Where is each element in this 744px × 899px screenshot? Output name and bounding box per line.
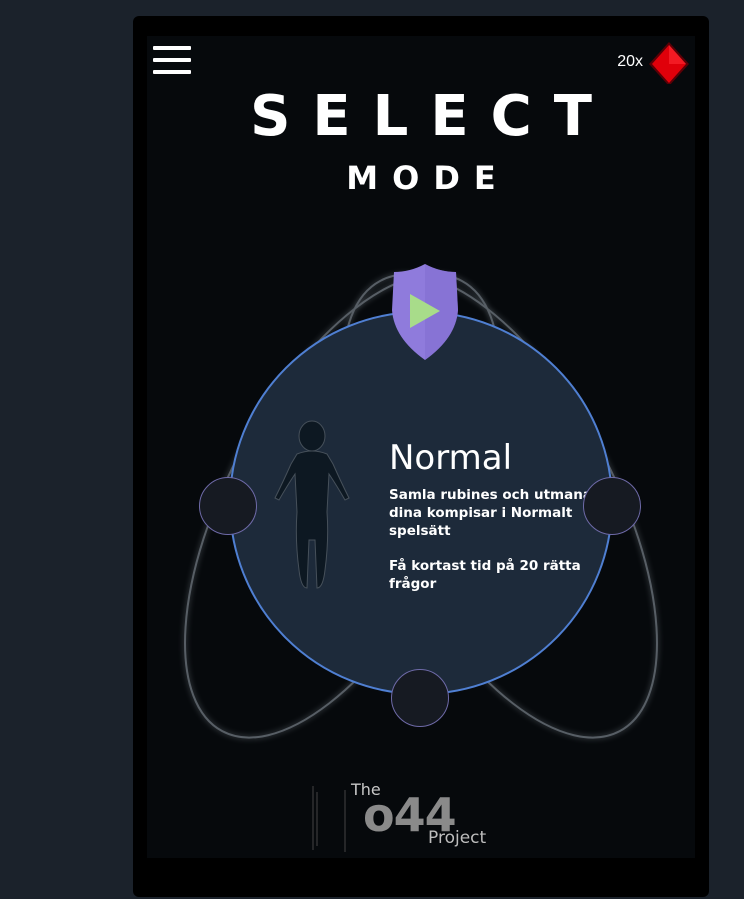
mode-selector-left[interactable] bbox=[199, 477, 257, 535]
mode-selector-bottom[interactable] bbox=[391, 669, 449, 727]
mode-selector-right[interactable] bbox=[583, 477, 641, 535]
phone-frame: 20x SELECT MODE Normal Samla rubines och… bbox=[133, 16, 709, 897]
human-silhouette-icon bbox=[274, 420, 350, 589]
logo-mark bbox=[312, 786, 346, 852]
project-logo: The o44 Project bbox=[297, 776, 517, 856]
mode-description: Samla rubines och utmana dina kompisar i… bbox=[389, 487, 592, 539]
logo-suffix: Project bbox=[428, 828, 487, 848]
mode-name: Normal bbox=[389, 438, 513, 478]
game-screen: 20x SELECT MODE Normal Samla rubines och… bbox=[147, 36, 695, 858]
mode-goal: Få kortast tid på 20 rätta frågor bbox=[389, 558, 581, 592]
play-icon[interactable] bbox=[388, 264, 462, 360]
